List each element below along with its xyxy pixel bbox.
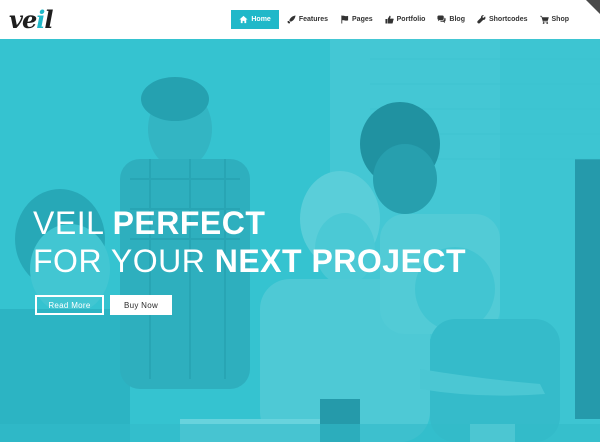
nav-item-home[interactable]: Home (231, 10, 279, 29)
cart-icon (539, 15, 549, 24)
nav-label: Shop (551, 16, 570, 23)
comments-icon (437, 15, 446, 24)
wrench-icon (477, 15, 486, 24)
nav-item-blog[interactable]: Blog (431, 10, 471, 29)
nav-label: Blog (449, 16, 465, 23)
flag-icon (341, 15, 349, 24)
nav-item-portfolio[interactable]: Portfolio (379, 10, 432, 29)
nav-label: Home (251, 16, 271, 23)
site-header: veil Home Features Pages Portfolio Blog … (0, 0, 600, 39)
corner-ribbon (586, 0, 600, 14)
nav-label: Portfolio (396, 16, 426, 23)
rocket-icon (287, 15, 296, 24)
nav-item-features[interactable]: Features (281, 10, 334, 29)
nav-item-pages[interactable]: Pages (334, 10, 379, 29)
main-nav: Home Features Pages Portfolio Blog Short… (231, 10, 575, 29)
headline-line-2: FOR YOUR NEXT PROJECT (33, 243, 467, 279)
nav-label: Features (298, 16, 329, 23)
nav-item-shortcodes[interactable]: Shortcodes (471, 10, 534, 29)
hero-headline: VEIL PERFECT FOR YOUR NEXT PROJECT (33, 204, 466, 280)
home-icon (239, 15, 248, 24)
nav-label: Pages (352, 16, 373, 23)
site-logo[interactable]: veil (9, 6, 53, 34)
nav-item-shop[interactable]: Shop (534, 10, 576, 29)
nav-label: Shortcodes (488, 16, 528, 23)
read-more-button[interactable]: Read More (35, 295, 104, 315)
buy-now-button[interactable]: Buy Now (110, 295, 172, 315)
headline-line-1: VEIL PERFECT (33, 205, 266, 241)
thumbs-up-icon (385, 15, 394, 24)
hero-banner: VEIL PERFECT FOR YOUR NEXT PROJECT (0, 39, 600, 442)
